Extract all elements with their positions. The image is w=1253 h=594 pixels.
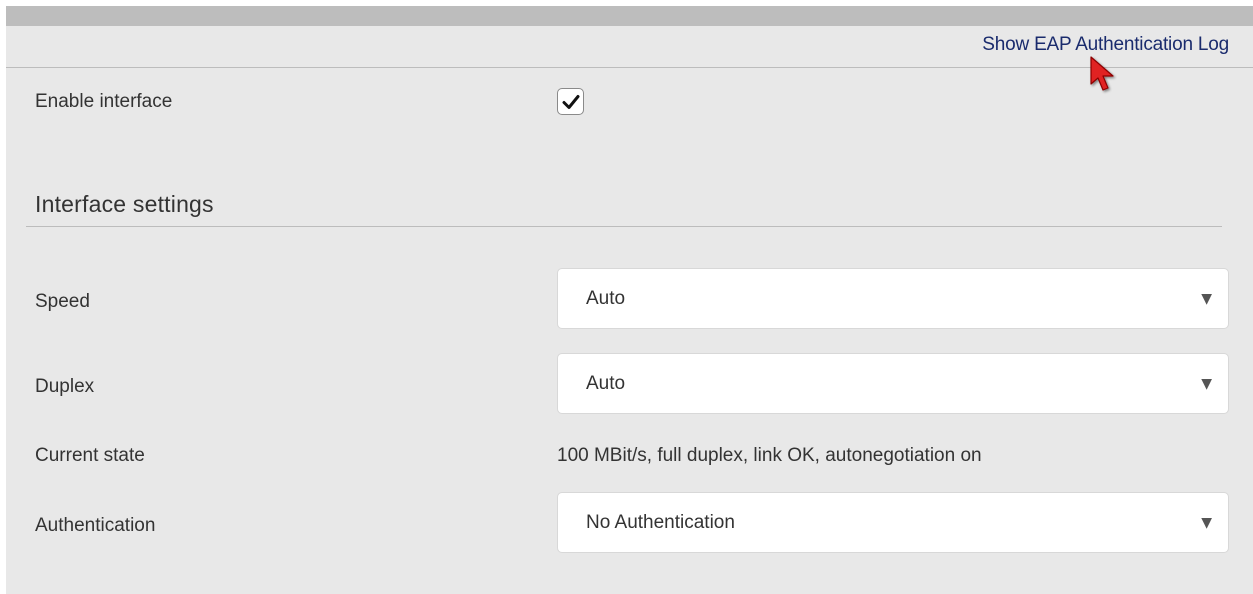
duplex-select-value: Auto bbox=[586, 372, 626, 394]
checkmark-icon bbox=[562, 94, 579, 109]
enable-interface-label: Enable interface bbox=[35, 91, 173, 112]
dropdown-arrow-icon: ▼ bbox=[1201, 290, 1212, 307]
duplex-select[interactable]: Auto ▼ bbox=[557, 353, 1229, 414]
speed-select-value: Auto bbox=[586, 287, 626, 309]
authentication-select[interactable]: No Authentication ▼ bbox=[557, 492, 1229, 553]
section-divider bbox=[26, 226, 1222, 227]
dropdown-arrow-icon: ▼ bbox=[1201, 375, 1212, 392]
mouse-pointer-icon bbox=[1090, 56, 1114, 91]
dropdown-arrow-icon: ▼ bbox=[1201, 514, 1212, 531]
authentication-select-value: No Authentication bbox=[586, 511, 735, 533]
current-state-label: Current state bbox=[35, 445, 145, 466]
speed-select[interactable]: Auto ▼ bbox=[557, 268, 1229, 329]
top-bar bbox=[6, 6, 1253, 26]
enable-interface-checkbox[interactable] bbox=[557, 88, 584, 115]
authentication-label: Authentication bbox=[35, 515, 156, 536]
duplex-label: Duplex bbox=[35, 376, 95, 397]
header-strip: Show EAP Authentication Log bbox=[6, 26, 1253, 68]
network-interface-panel: Show EAP Authentication Log Enable inter… bbox=[6, 6, 1253, 594]
section-title-interface-settings: Interface settings bbox=[35, 191, 214, 217]
speed-label: Speed bbox=[35, 291, 90, 312]
show-eap-authentication-log-link[interactable]: Show EAP Authentication Log bbox=[982, 34, 1229, 56]
current-state-value: 100 MBit/s, full duplex, link OK, autone… bbox=[557, 445, 982, 466]
